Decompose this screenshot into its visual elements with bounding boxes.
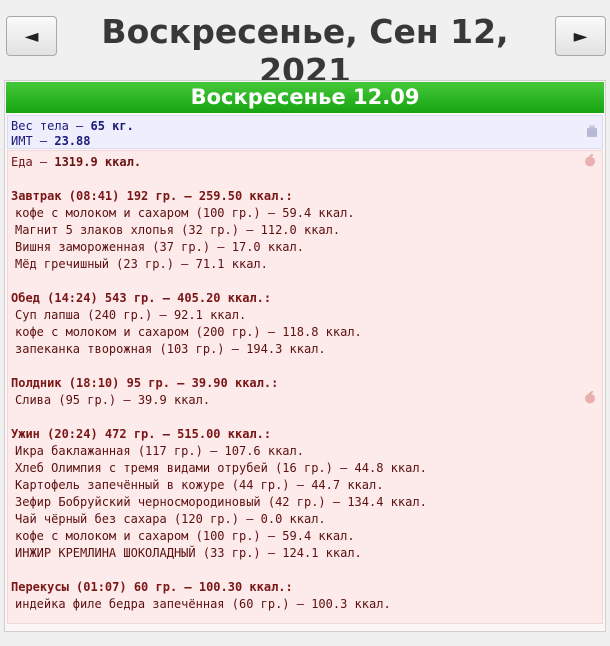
list-item: запеканка творожная (103 гр.) — 194.3 кк… xyxy=(15,342,326,356)
list-item: кофе с молоком и сахаром (100 гр.) — 59.… xyxy=(15,529,355,543)
weight-value: 65 кг. xyxy=(90,119,134,133)
list-item: кофе с молоком и сахаром (200 гр.) — 118… xyxy=(15,325,362,339)
food-section: Еда — 1319.9 ккал. Завтрак (08:41) 192 г… xyxy=(7,150,603,624)
list-item: Вишня замороженная (37 гр.) — 17.0 ккал. xyxy=(15,240,304,254)
list-item: Чай чёрный без сахара (120 гр.) — 0.0 кк… xyxy=(15,512,326,526)
date-title: Воскресенье, Сен 12, 2021 xyxy=(101,12,509,90)
meal-header-breakfast: Завтрак (08:41) 192 гр. — 259.50 ккал.: xyxy=(11,189,293,203)
scale-icon[interactable] xyxy=(586,125,598,138)
day-header: Воскресенье 12.09 xyxy=(6,82,604,113)
weight-row: Вес тела — 65 кг. xyxy=(11,119,602,134)
meal-header-snacks: Перекусы (01:07) 60 гр. — 100.30 ккал.: xyxy=(11,580,293,594)
previous-day-button[interactable]: ◄ xyxy=(6,16,57,56)
list-item: Картофель запечённый в кожуре (44 гр.) —… xyxy=(15,478,384,492)
body-metrics-section: Вес тела — 65 кг. ИМТ — 23.88 xyxy=(7,115,603,149)
bmi-label: ИМТ — xyxy=(11,134,55,148)
list-item: Магнит 5 злаков хлопья (32 гр.) — 112.0 … xyxy=(15,223,341,237)
list-item: Хлеб Олимпия с тремя видами отрубей (16 … xyxy=(15,461,427,475)
meal-header-dinner: Ужин (20:24) 472 гр. — 515.00 ккал.: xyxy=(11,427,272,441)
food-total-row: Еда — 1319.9 ккал. xyxy=(11,154,602,171)
list-item: Суп лапша (240 гр.) — 92.1 ккал. xyxy=(15,308,247,322)
apple-icon[interactable] xyxy=(584,154,596,167)
date-navigation-bar: ◄ Воскресенье, Сен 12, 2021 ► xyxy=(0,0,610,90)
food-total-label: Еда — xyxy=(11,155,55,169)
bmi-row: ИМТ — 23.88 xyxy=(11,134,602,149)
list-item: индейка филе бедра запечённая (60 гр.) —… xyxy=(15,597,391,611)
bmi-value: 23.88 xyxy=(54,134,91,148)
list-item: Зефир Бобруйский черносмородиновый (42 г… xyxy=(15,495,427,509)
food-total-value: 1319.9 ккал. xyxy=(54,155,142,169)
next-day-button[interactable]: ► xyxy=(555,16,606,56)
list-item: кофе с молоком и сахаром (100 гр.) — 59.… xyxy=(15,206,355,220)
list-item: ИНЖИР КРЕМЛИНА ШОКОЛАДНЫЙ (33 гр.) — 124… xyxy=(15,546,362,560)
list-item: Икра баклажанная (117 гр.) — 107.6 ккал. xyxy=(15,444,304,458)
meal-header-lunch: Обед (14:24) 543 гр. — 405.20 ккал.: xyxy=(11,291,272,305)
meal-header-snack: Полдник (18:10) 95 гр. — 39.90 ккал.: xyxy=(11,376,279,390)
day-panel: Воскресенье 12.09 Вес тела — 65 кг. ИМТ … xyxy=(4,80,606,632)
list-item: Мёд гречишный (23 гр.) — 71.1 ккал. xyxy=(15,257,268,271)
weight-label: Вес тела — xyxy=(11,119,91,133)
list-item: Слива (95 гр.) — 39.9 ккал. xyxy=(15,393,211,407)
apple-icon[interactable] xyxy=(584,391,596,404)
